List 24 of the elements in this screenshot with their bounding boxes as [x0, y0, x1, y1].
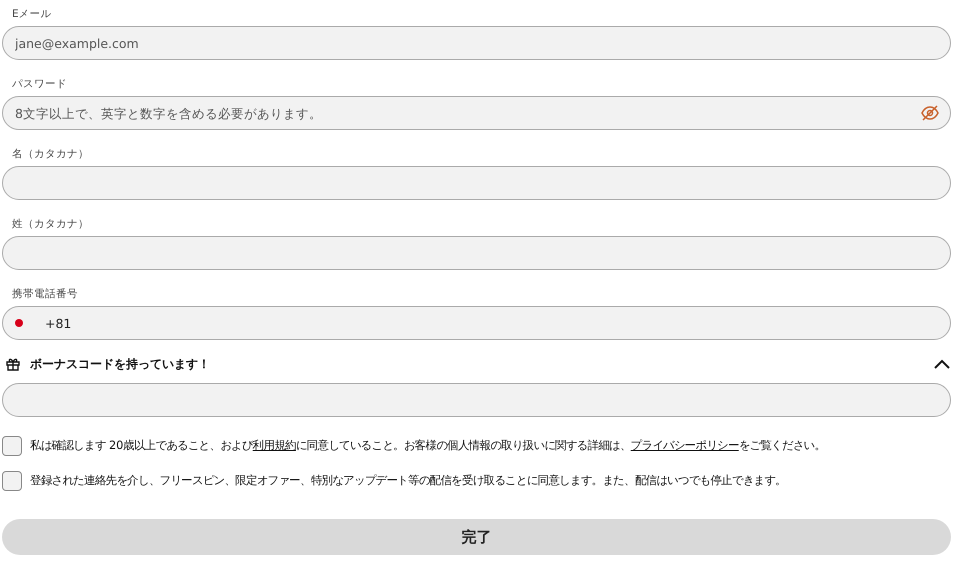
flag-icon	[14, 318, 24, 328]
input-field[interactable]	[2, 236, 951, 270]
field-label: 姓（カタカナ）	[12, 218, 90, 231]
collapse-toggle[interactable]	[933, 358, 951, 370]
link[interactable]: 利用規約	[252, 438, 296, 452]
input-field[interactable]	[2, 166, 951, 200]
input-field[interactable]	[2, 383, 951, 417]
field-label: 携帯電話番号	[12, 288, 79, 301]
consent-text: 登録された連絡先を介し、フリースピン、限定オファー、特別なアップデート等の配信を受け取ることに同意します。また、配信はいつでも停止できます。	[30, 472, 786, 488]
bonus-code-label: ボーナスコードを持っています！	[30, 356, 211, 372]
consent-text: 私は確認します 20歳以上であること、および利用規約に同意していること。お客様の個人情報の取り扱いに関する詳細は、プライバシーポリシーをご覧ください。	[30, 437, 826, 453]
chevron-icon	[933, 358, 951, 370]
field-label: パスワード	[12, 78, 68, 91]
input-field[interactable]: jane@example.com	[2, 26, 951, 60]
input-field[interactable]: 8文字以上で、英字と数字を含める必要があります。	[2, 96, 951, 130]
submit-button[interactable]: 完了	[2, 519, 951, 555]
checkbox[interactable]	[2, 436, 22, 456]
link[interactable]: プライバシーポリシー	[630, 438, 739, 452]
eye-slash-icon[interactable]	[921, 105, 939, 121]
field-label: 名（カタカナ）	[12, 148, 90, 161]
checkbox[interactable]	[2, 471, 22, 491]
input-field[interactable]: +81	[2, 306, 951, 340]
field-label: Eメール	[12, 8, 53, 21]
gift-icon	[6, 357, 20, 371]
